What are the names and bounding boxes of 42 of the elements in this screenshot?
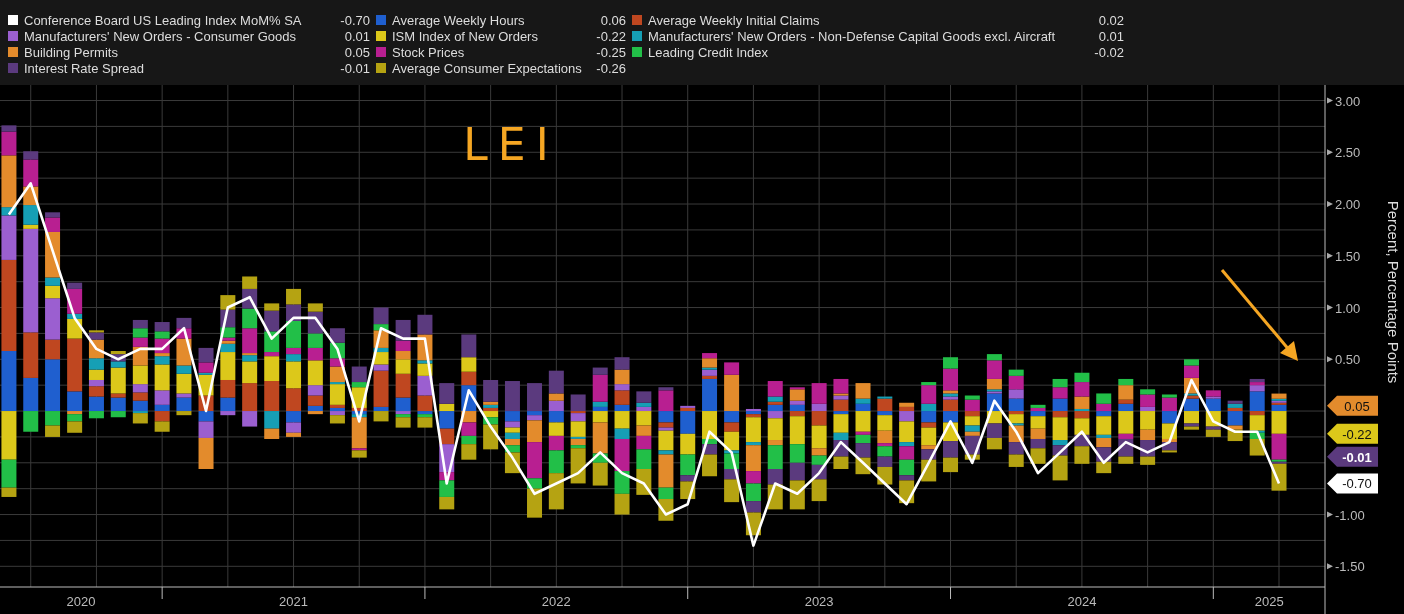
legend-label: Average Consumer Expectations <box>392 60 583 76</box>
value-tag: 0.05 <box>1327 395 1378 416</box>
legend-label: Interest Rate Spread <box>24 60 145 76</box>
y-tick-label: 0.50 <box>1335 352 1361 368</box>
y-tick-label: -1.00 <box>1335 507 1365 523</box>
legend-label: Stock Prices <box>392 44 466 60</box>
y-tick-label: 1.00 <box>1335 300 1361 316</box>
legend-value: -0.22 <box>596 28 626 44</box>
x-tick-label: 2021 <box>279 594 308 609</box>
y-tick-label: 1.50 <box>1335 248 1361 264</box>
legend-label: Manufacturers' New Orders - Consumer Goods <box>24 28 297 44</box>
legend-value: 0.06 <box>600 12 626 28</box>
y-tick-label: 2.50 <box>1335 145 1361 161</box>
legend-value: 0.01 <box>1098 28 1124 44</box>
legend-value: -0.25 <box>596 44 626 60</box>
legend-label: Leading Credit Index <box>648 44 769 60</box>
legend-value: 0.01 <box>344 28 370 44</box>
legend-value: -0.01 <box>340 60 370 76</box>
x-tick-label: 2020 <box>66 594 96 609</box>
y-tick-label: 3.00 <box>1335 93 1361 109</box>
legend-label: Building Permits <box>24 44 119 60</box>
x-tick-label: 2024 <box>1067 594 1097 609</box>
legend-label: Manufacturers' New Orders - Non-Defense Capital Goods excl. Aircraft <box>648 28 1057 44</box>
value-tag: -0.22 <box>1327 423 1378 444</box>
legend-value: -0.26 <box>596 60 626 76</box>
y-tick-label: 2.00 <box>1335 197 1361 213</box>
axis-title: Percent, Percentage Points <box>1385 200 1402 384</box>
y-tick-label: -1.50 <box>1335 559 1365 575</box>
legend-value: -0.70 <box>340 12 370 28</box>
legend-value: 0.05 <box>344 44 370 60</box>
x-tick-label: 2022 <box>541 594 571 609</box>
legend-label: ISM Index of New Orders <box>392 28 539 44</box>
x-tick-label: 2025 <box>1254 594 1284 609</box>
legend-value: 0.02 <box>1098 12 1124 28</box>
value-tag: -0.01 <box>1327 446 1378 467</box>
legend-label: Average Weekly Initial Claims <box>648 12 821 28</box>
value-tag: -0.70 <box>1327 473 1378 494</box>
legend-label: Conference Board US Leading Index MoM% SA <box>24 12 303 28</box>
annotation-text: LEI <box>463 119 559 170</box>
legend-value: -0.02 <box>1094 44 1124 60</box>
x-tick-label: 2023 <box>804 594 834 609</box>
legend-label: Average Weekly Hours <box>392 12 526 28</box>
